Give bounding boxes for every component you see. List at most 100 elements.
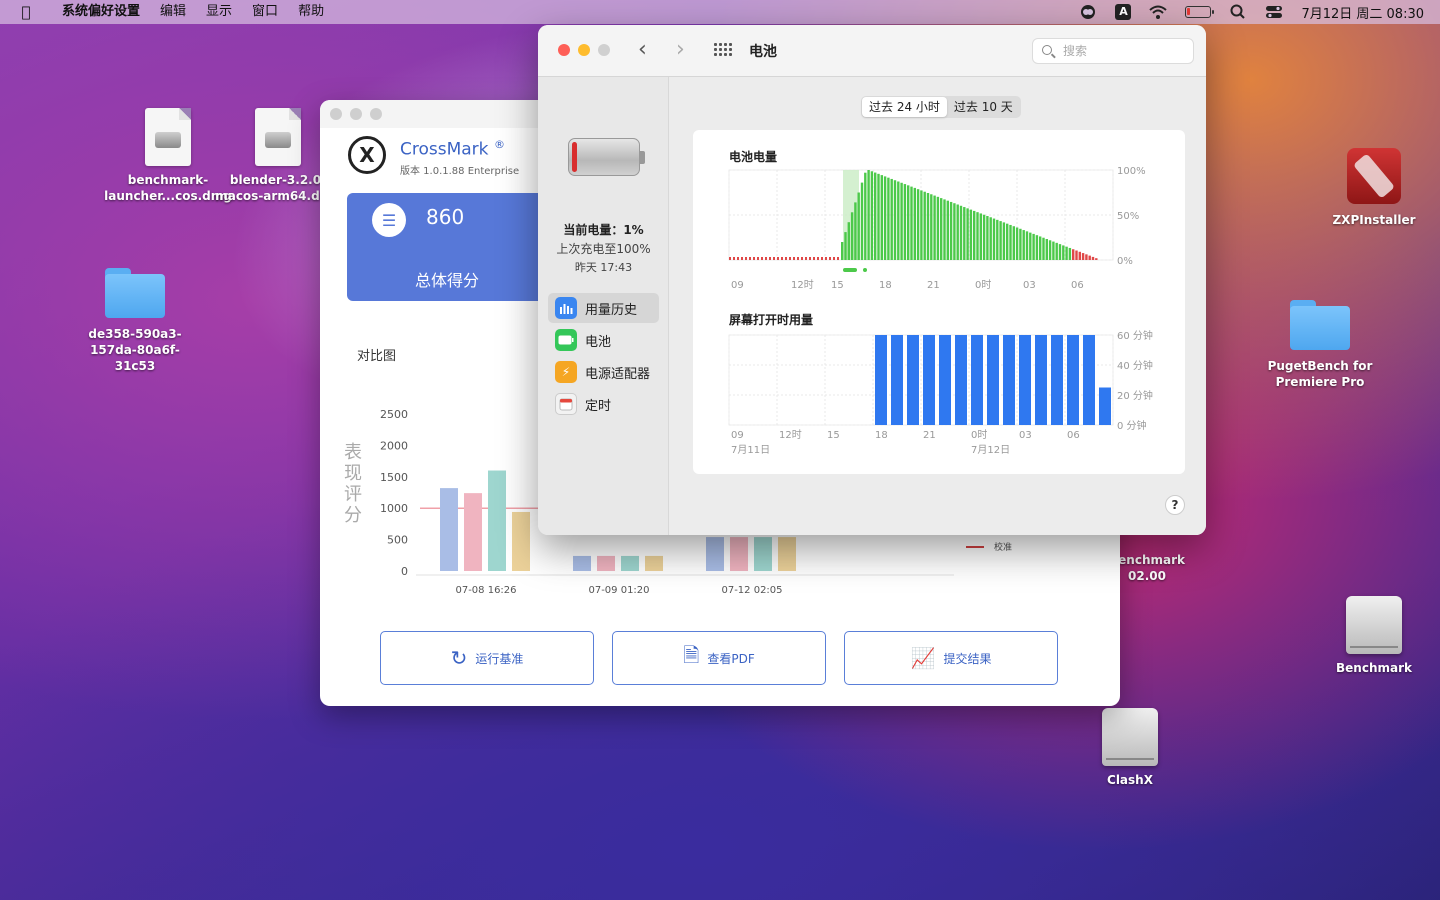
battery-main-pane: 过去 24 小时 过去 10 天 电池电量 0% 50% 100% 09 12时 15 18… [669,77,1206,535]
segment-last-24h[interactable]: 过去 24 小时 [862,97,947,117]
control-center-icon[interactable] [1265,4,1283,20]
battery-level-bar [936,196,940,260]
battery-level-bar [943,199,946,260]
battery-level-bar [940,198,943,260]
overall-score-card: ☰ 860 总体得分 [347,193,567,301]
search-input[interactable]: 搜索 [1032,38,1194,64]
bar [512,511,530,571]
forward-chevron-icon[interactable]: › [676,37,685,62]
wifi-icon[interactable] [1149,4,1168,20]
battery-charts-panel: 电池电量 0% 50% 100% 09 12时 15 18 21 0时 03 06 屏幕打开时用量 … [693,130,1185,474]
desktop-icon-pugetbench[interactable]: PugetBench for Premiere Pro [1255,300,1385,390]
battery-level-bar [860,182,864,260]
battery-level-bar [933,195,936,260]
x-tick-label: 07-12 02:05 [721,585,782,596]
battery-status-icon[interactable] [1185,6,1215,18]
bar [754,537,772,571]
battery-level-bar [1022,230,1025,260]
close-button[interactable] [558,44,570,56]
spotlight-search-icon[interactable] [1229,4,1247,20]
menu-help[interactable]: 帮助 [288,0,334,24]
submit-results-button[interactable]: 📈 提交结果 [844,631,1058,685]
x-tick-label: 0时 [971,429,987,441]
current-charge-text: 当前电量：1% [563,223,644,237]
minimize-button[interactable] [350,108,362,120]
y-tick-label: 20 分钟 [1117,389,1153,402]
battery-level-bar [857,192,860,260]
screen-on-usage-chart: 0 分钟 20 分钟 40 分钟 60 分钟 09 12时 15 18 21 0时 03 06 7月11… [728,329,1153,456]
y-tick-label: 0% [1117,256,1133,267]
menu-view[interactable]: 显示 [196,0,242,24]
battery-level-bar [854,202,857,260]
battery-level-bar [979,213,982,260]
battery-level-bar [1002,222,1006,260]
desktop-icon-folder-de358[interactable]: de358-590a3-157da-80a6f-31c53 [70,268,200,374]
close-button[interactable] [330,108,342,120]
battery-level-bar [737,257,739,260]
show-all-grid-icon[interactable] [714,43,732,57]
view-pdf-button[interactable]: 🗎 查看PDF [612,631,826,685]
x-tick-label: 09 [731,430,744,441]
desktop-icon-benchmark[interactable]: Benchmark [1309,596,1439,676]
sidebar-item-schedule[interactable]: 定时 [548,389,659,419]
creative-cloud-icon[interactable] [1079,4,1097,20]
desktop-icon-zxpinstaller[interactable]: ZXPInstaller [1309,148,1439,228]
battery-level-bar [785,257,787,260]
battery-level-bar [1035,235,1039,260]
desktop-icon-clashx[interactable]: ClashX [1065,708,1195,788]
help-button[interactable]: ? [1165,495,1185,515]
sidebar-item-usage-history[interactable]: 用量历史 [548,293,659,323]
folder-icon [1290,300,1350,350]
bar [621,555,639,571]
battery-level-bar [745,257,747,260]
input-source-icon[interactable]: A [1115,4,1132,20]
battery-level-bar [913,187,916,260]
menu-clock[interactable]: 7月12日 周二 08:30 [1301,3,1424,22]
usage-bar [971,335,983,425]
y-tick-label: 50% [1117,211,1139,222]
menu-app-name[interactable]: 系统偏好设置 [52,0,150,24]
battery-level-bar [897,181,900,260]
battery-level-bar [1072,249,1075,260]
battery-level-bar [877,173,880,260]
battery-level-bar [949,201,953,260]
zxpinstaller-app-icon [1347,148,1401,204]
bar [645,555,663,571]
minimize-button[interactable] [578,44,590,56]
zoom-button[interactable] [598,44,610,56]
x-tick-label: 0时 [975,279,991,291]
x-tick-label: 06 [1067,430,1080,441]
usage-bar [891,335,903,425]
battery-level-bar [805,257,807,260]
bar [778,537,796,571]
apple-menu-icon[interactable]:  [0,3,52,21]
battery-level-bar [825,257,827,260]
back-chevron-icon[interactable]: ‹ [638,37,647,62]
run-benchmark-button[interactable]: ↻ 运行基准 [380,631,594,685]
battery-level-bar [1029,232,1032,260]
menu-edit[interactable]: 编辑 [150,0,196,24]
sidebar-item-battery[interactable]: 电池 [548,325,659,355]
battery-level-bar [753,257,755,260]
y-tick-label: 40 分钟 [1117,359,1153,372]
usage-bar [955,335,967,425]
battery-level-bar [887,177,890,260]
battery-level-bar [976,212,979,260]
battery-level-bar [1045,239,1048,260]
segment-last-10-days[interactable]: 过去 10 天 [947,97,1020,117]
battery-level-bar [729,257,731,260]
x-tick-label: 18 [875,430,888,441]
menu-window[interactable]: 窗口 [242,0,288,24]
battery-level-bar [893,180,897,260]
bar [440,488,458,571]
bar [464,493,482,571]
battery-level-bar [821,257,823,260]
x-tick-label: 03 [1019,430,1032,441]
sidebar-item-power-adapter[interactable]: ⚡ 电源适配器 [548,357,659,387]
battery-level-bar [870,171,874,260]
y-tick-label: 0 [401,565,408,578]
battery-level-bar [1015,227,1019,260]
battery-sidebar: 当前电量：1% 上次充电至100% 昨天 17:43 用量历史 电池 ⚡ 电源适… [538,77,669,535]
battery-level-bar [999,221,1002,260]
zoom-button[interactable] [370,108,382,120]
